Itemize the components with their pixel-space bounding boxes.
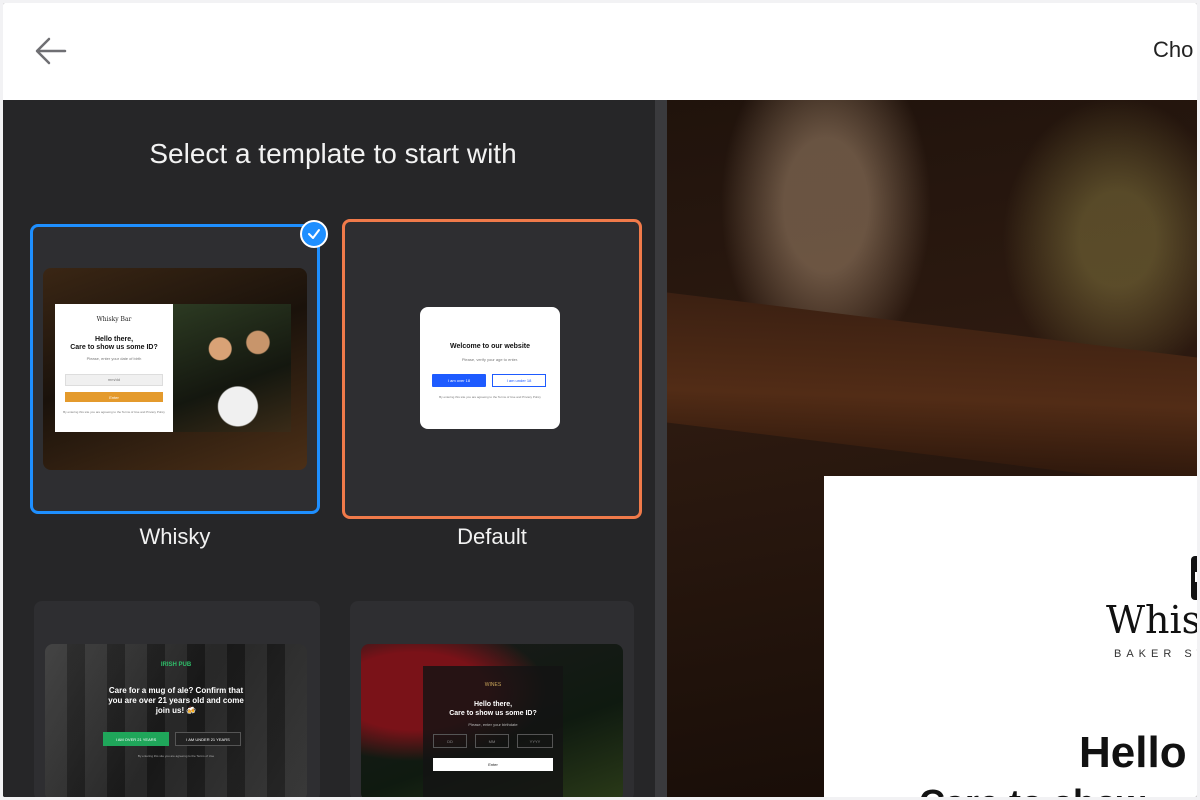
- app-window: Cho Select a template to start with Whis…: [3, 3, 1197, 797]
- whisky-mini-modal: Whisky Bar Hello there, Care to show us …: [55, 304, 173, 432]
- irish-heading: Care for a mug of ale? Confirm that you …: [108, 686, 244, 715]
- irish-thumbnail: IRISH PUB Care for a mug of ale? Confirm…: [45, 644, 307, 797]
- whisky-heading: Hello there, Care to show us some ID?: [70, 336, 158, 351]
- whisky-sub: Please, enter your date of birth: [86, 356, 142, 361]
- wines-enter-button: Enter: [433, 758, 553, 771]
- template-label-whisky: Whisky: [139, 524, 211, 549]
- wines-field-year: YYYY: [517, 734, 553, 748]
- back-button[interactable]: [31, 33, 71, 73]
- template-label-default: Default: [457, 524, 527, 549]
- default-footer: By entering this site you are agreeing t…: [439, 395, 541, 399]
- preview-logo-sub: BAKER ST: [1114, 648, 1197, 660]
- default-mini-modal: Welcome to our website Please, verify yo…: [420, 307, 560, 429]
- template-panel: Select a template to start with Whisky B…: [3, 100, 655, 797]
- default-under-button: I am under 18: [492, 374, 546, 387]
- selected-check: [300, 220, 328, 248]
- irish-under-button: I AM UNDER 21 YEARS: [175, 732, 241, 746]
- panel-title: Select a template to start with: [149, 138, 517, 169]
- wines-mini-modal: WINES Hello there, Care to show us some …: [423, 666, 563, 797]
- wines-brand: WINES: [484, 682, 502, 688]
- whisky-thumbnail: Whisky Bar Hello there, Care to show us …: [43, 268, 307, 470]
- preview-logo: Whisk: [1106, 598, 1197, 642]
- whisky-brand: Whisky Bar: [96, 316, 132, 323]
- wines-sub: Please, enter your birthdate: [468, 722, 518, 727]
- irish-over-button: I AM OVER 21 YEARS: [103, 732, 169, 746]
- bottle-icon: [1191, 556, 1197, 600]
- whisky-date-input: mm/dd: [65, 374, 163, 386]
- preview-shelf-image: [667, 292, 1197, 488]
- template-preview: Whisk BAKER ST Hello Care to show: [667, 100, 1197, 797]
- preview-modal: Whisk BAKER ST Hello Care to show: [824, 476, 1197, 797]
- default-sub: Please, verify your age to enter.: [461, 357, 519, 362]
- whisky-footer: By entering this site you are agreeing t…: [63, 410, 165, 414]
- irish-brand: IRISH PUB: [160, 662, 192, 668]
- default-over-button: I am over 18: [432, 374, 486, 387]
- page-title: Cho: [1153, 37, 1194, 62]
- wines-field-month: MM: [475, 734, 509, 748]
- top-bar: Cho: [3, 3, 1197, 100]
- template-card-wines[interactable]: WINES Hello there, Care to show us some …: [350, 601, 634, 797]
- irish-footer: By entering this site you are agreeing t…: [137, 754, 215, 758]
- arrow-left-icon: [35, 37, 67, 65]
- preview-heading-line2: Care to show: [919, 782, 1145, 797]
- template-card-default[interactable]: Welcome to our website Please, verify yo…: [342, 219, 642, 519]
- wines-field-day: DD: [433, 734, 467, 748]
- check-icon: [308, 229, 320, 239]
- default-heading: Welcome to our website: [450, 343, 530, 350]
- whisky-enter-button: Enter: [65, 392, 163, 402]
- template-card-whisky[interactable]: Whisky Bar Hello there, Care to show us …: [30, 224, 320, 514]
- wines-heading: Hello there, Care to show us some ID?: [449, 701, 537, 717]
- preview-heading-line1: Hello: [1079, 728, 1187, 777]
- wines-thumbnail: WINES Hello there, Care to show us some …: [361, 644, 623, 797]
- whisky-photo: [173, 304, 291, 432]
- template-card-irish-pub[interactable]: IRISH PUB Care for a mug of ale? Confirm…: [34, 601, 320, 797]
- panel-divider[interactable]: [655, 100, 667, 797]
